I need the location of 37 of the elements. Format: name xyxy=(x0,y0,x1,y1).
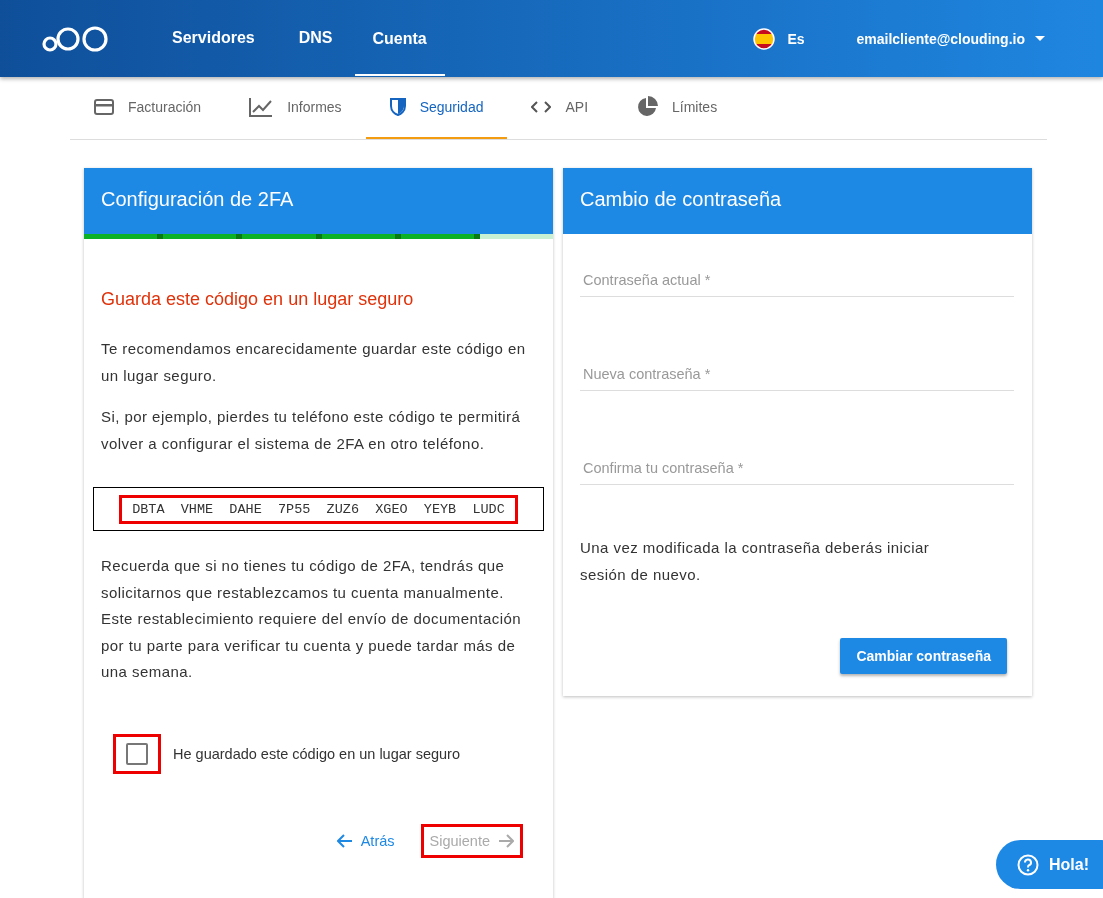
question-icon xyxy=(1017,853,1039,876)
tab[interactable]: Seguridad xyxy=(365,77,508,139)
arrow-right-icon xyxy=(498,833,514,848)
info-paragraph: Te recomendamos encarecidamente guardar este código en un lugar seguro. xyxy=(101,339,527,386)
tab[interactable]: Informes xyxy=(225,77,366,139)
code-icon xyxy=(531,101,552,113)
warning-heading: Guarda este código en un lugar seguro xyxy=(101,289,415,310)
change-password-button[interactable]: Cambiar contraseña xyxy=(840,638,1007,674)
password-field[interactable]: Confirma tu contraseña * xyxy=(580,452,1014,485)
card-title: Configuración de 2FA xyxy=(84,168,553,234)
nav-link[interactable]: Cuenta xyxy=(354,13,445,76)
password-field[interactable]: Nueva contraseña * xyxy=(580,358,1014,391)
caret-icon xyxy=(1035,36,1045,41)
info-paragraph: Una vez modificada la contraseña deberás iniciar sesión de nuevo. xyxy=(580,538,931,585)
back-button[interactable]: Atrás xyxy=(330,826,401,855)
nav-link[interactable]: Servidores xyxy=(150,0,277,78)
language-label[interactable]: Es xyxy=(787,30,805,47)
spain-flag-icon[interactable] xyxy=(753,27,776,50)
warning-paragraph: Recuerda que si no tienes tu código de 2FA, tendrás que solicitarnos que restablezcamos tu cuenta manualmente. Este restablecimiento requiere del envío de documentación por tu parte para verificar tu cuenta y puede tardar más de una semana. xyxy=(101,556,523,682)
shield-icon xyxy=(389,98,406,116)
card-title: Cambio de contraseña xyxy=(563,168,1032,234)
info-paragraph: Si, por ejemplo, pierdes tu teléfono este código te permitirá volver a configurar el sistema de 2FA en otro teléfono. xyxy=(101,407,522,454)
line-chart-icon xyxy=(249,97,274,117)
logo-icon[interactable] xyxy=(42,25,110,52)
user-menu[interactable]: emailcliente@clouding.io xyxy=(850,29,1051,48)
password-field[interactable]: Contraseña actual * xyxy=(580,264,1014,297)
recovery-code: DBTA VHME DAHE 7P55 ZUZ6 XGEO YEYB LUDC xyxy=(119,494,518,524)
arrow-left-icon xyxy=(336,833,353,848)
tab[interactable]: Límites xyxy=(612,77,742,139)
credit-card-icon xyxy=(94,99,114,115)
help-button[interactable]: Hola! xyxy=(996,840,1103,889)
checkbox-label[interactable]: He guardado este código en un lugar seguro xyxy=(173,745,460,762)
checkbox[interactable] xyxy=(126,742,148,765)
tab[interactable]: Facturación xyxy=(70,77,226,139)
tab[interactable]: API xyxy=(507,77,613,139)
pie-chart-icon xyxy=(636,96,659,118)
nav-link[interactable]: DNS xyxy=(276,0,355,78)
